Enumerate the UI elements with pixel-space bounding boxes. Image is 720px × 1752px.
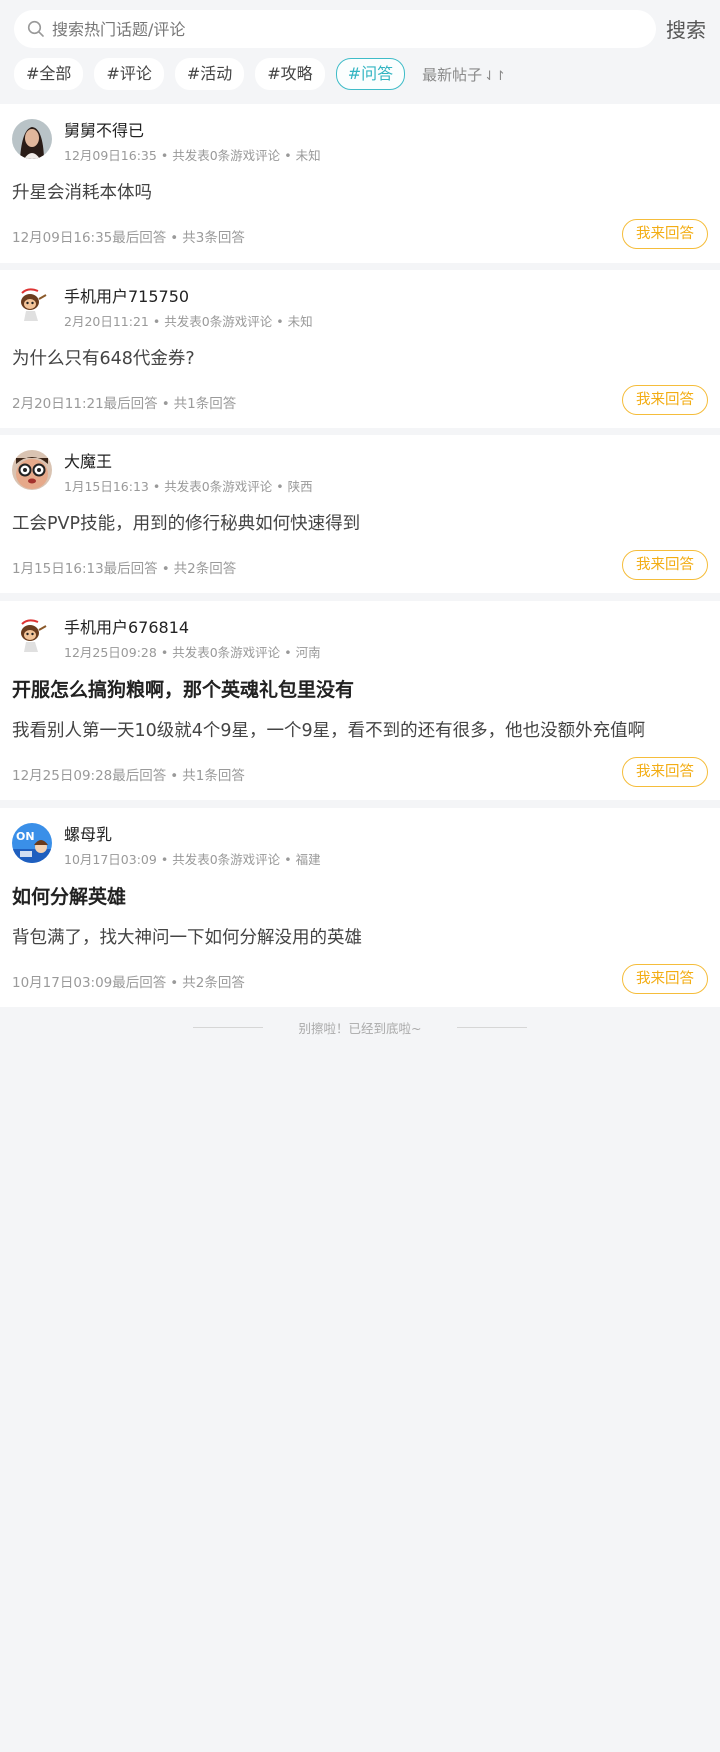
post-card[interactable]: 手机用户715750 2月20日11:21 • 共发表0条游戏评论 • 未知 为什么只有…	[0, 270, 720, 428]
sort-label: 最新帖子	[422, 65, 483, 84]
username[interactable]: 舅舅不得已	[64, 117, 144, 141]
answer-button[interactable]: 我来回答	[622, 550, 708, 580]
post-title[interactable]: 如何分解英雄	[12, 882, 126, 909]
answer-button[interactable]: 我来回答	[622, 757, 708, 787]
user-stats: 共发表0条游戏评论	[172, 852, 281, 867]
post-footer: 1月15日16:13最后回答 • 共2条回答	[12, 561, 237, 577]
reply-count: 共1条回答	[182, 768, 245, 784]
username[interactable]: 大魔王	[64, 448, 112, 472]
post-card[interactable]: 手机用户676814 12月25日09:28 • 共发表0条游戏评论 • 河南 开服怎么…	[0, 601, 720, 800]
tag-review[interactable]: #评论	[94, 58, 164, 90]
answer-button[interactable]: 我来回答	[622, 964, 708, 994]
post-content[interactable]: 为什么只有648代金券?	[12, 345, 195, 370]
post-footer: 12月25日09:28最后回答 • 共1条回答	[12, 768, 245, 784]
post-footer: 12月09日16:35最后回答 • 共3条回答	[12, 230, 245, 246]
tag-event[interactable]: #活动	[174, 58, 245, 90]
user-stats: 共发表0条游戏评论	[172, 148, 281, 163]
post-time: 12月25日09:28	[64, 645, 157, 660]
avatar[interactable]	[12, 119, 52, 159]
end-of-list-text: 别擦啦！已经到底啦~	[298, 1021, 422, 1036]
reply-count: 共2条回答	[173, 561, 237, 577]
answer-button[interactable]: 我来回答	[622, 219, 708, 249]
reply-count: 共3条回答	[182, 230, 245, 246]
user-region: 未知	[295, 148, 321, 163]
svg-text:ON: ON	[16, 830, 35, 843]
post-footer: 2月20日11:21最后回答 • 共1条回答	[12, 396, 237, 412]
last-answer-time: 2月20日11:21最后回答	[12, 396, 158, 412]
end-divider-right	[457, 1027, 527, 1028]
avatar[interactable]	[12, 616, 52, 656]
top-bar: 搜索 #全部 #评论 #活动 #攻略 #问答 最新帖子⇃↾	[0, 0, 720, 104]
post-content[interactable]: 升星会消耗本体吗	[12, 179, 152, 204]
search-box[interactable]	[14, 10, 656, 48]
post-meta: 2月20日11:21 • 共发表0条游戏评论 • 未知	[64, 314, 313, 329]
post-time: 1月15日16:13	[64, 479, 149, 494]
post-card[interactable]: 大魔王 1月15日16:13 • 共发表0条游戏评论 • 陕西 工会PVP技能，用到的修…	[0, 435, 720, 593]
user-region: 河南	[295, 645, 321, 660]
user-region: 未知	[287, 314, 313, 329]
tag-guide[interactable]: #攻略	[255, 58, 325, 90]
reply-count: 共2条回答	[182, 975, 245, 991]
tag-filter-bar: #全部 #评论 #活动 #攻略 #问答 最新帖子 ⇃↾	[14, 58, 506, 90]
post-time: 2月20日11:21	[64, 314, 149, 329]
post-meta: 1月15日16:13 • 共发表0条游戏评论 • 陕西	[64, 479, 313, 494]
user-stats: 共发表0条游戏评论	[172, 645, 281, 660]
search-input[interactable]	[52, 19, 612, 39]
post-content[interactable]: 背包满了，找大神问一下如何分解没用的英雄	[12, 924, 362, 949]
reply-count: 共1条回答	[173, 396, 237, 412]
sort-dropdown[interactable]: 最新帖子 ⇃↾	[422, 64, 506, 85]
avatar[interactable]: ON	[12, 823, 52, 863]
post-card[interactable]: ON 螺母乳 10月17日03:09 • 共发表0条游戏评论 • 福建 如何分解英雄 背…	[0, 808, 720, 1007]
answer-button[interactable]: 我来回答	[622, 385, 708, 415]
post-time: 10月17日03:09	[64, 852, 157, 867]
tag-qa[interactable]: #问答	[335, 58, 406, 90]
search-button[interactable]: 搜索	[666, 14, 706, 43]
post-meta: 12月09日16:35 • 共发表0条游戏评论 • 未知	[64, 148, 321, 163]
post-time: 12月09日16:35	[64, 148, 157, 163]
avatar[interactable]	[12, 450, 52, 490]
username[interactable]: 手机用户676814	[64, 614, 189, 638]
post-content[interactable]: 我看别人第一天10级就4个9星，一个9星，看不到的还有很多，他也没额外充值啊	[12, 717, 645, 742]
post-card[interactable]: 舅舅不得已 12月09日16:35 • 共发表0条游戏评论 • 未知 升星会消耗本体吗 …	[0, 104, 720, 263]
username[interactable]: 螺母乳	[64, 821, 112, 845]
user-stats: 共发表0条游戏评论	[164, 479, 273, 494]
post-meta: 10月17日03:09 • 共发表0条游戏评论 • 福建	[64, 852, 321, 867]
user-region: 陕西	[287, 479, 313, 494]
last-answer-time: 12月25日09:28最后回答	[12, 768, 167, 784]
last-answer-time: 12月09日16:35最后回答	[12, 230, 167, 246]
post-title[interactable]: 开服怎么搞狗粮啊，那个英魂礼包里没有	[12, 675, 354, 702]
post-footer: 10月17日03:09最后回答 • 共2条回答	[12, 975, 245, 991]
last-answer-time: 10月17日03:09最后回答	[12, 975, 167, 991]
last-answer-time: 1月15日16:13最后回答	[12, 561, 158, 577]
user-region: 福建	[295, 852, 321, 867]
avatar[interactable]	[12, 285, 52, 325]
tag-all[interactable]: #全部	[14, 58, 84, 90]
username[interactable]: 手机用户715750	[64, 283, 189, 307]
sort-arrows-icon: ⇃↾	[484, 68, 506, 84]
post-content[interactable]: 工会PVP技能，用到的修行秘典如何快速得到	[12, 510, 360, 535]
search-icon	[27, 20, 45, 38]
user-stats: 共发表0条游戏评论	[164, 314, 273, 329]
post-meta: 12月25日09:28 • 共发表0条游戏评论 • 河南	[64, 645, 321, 660]
